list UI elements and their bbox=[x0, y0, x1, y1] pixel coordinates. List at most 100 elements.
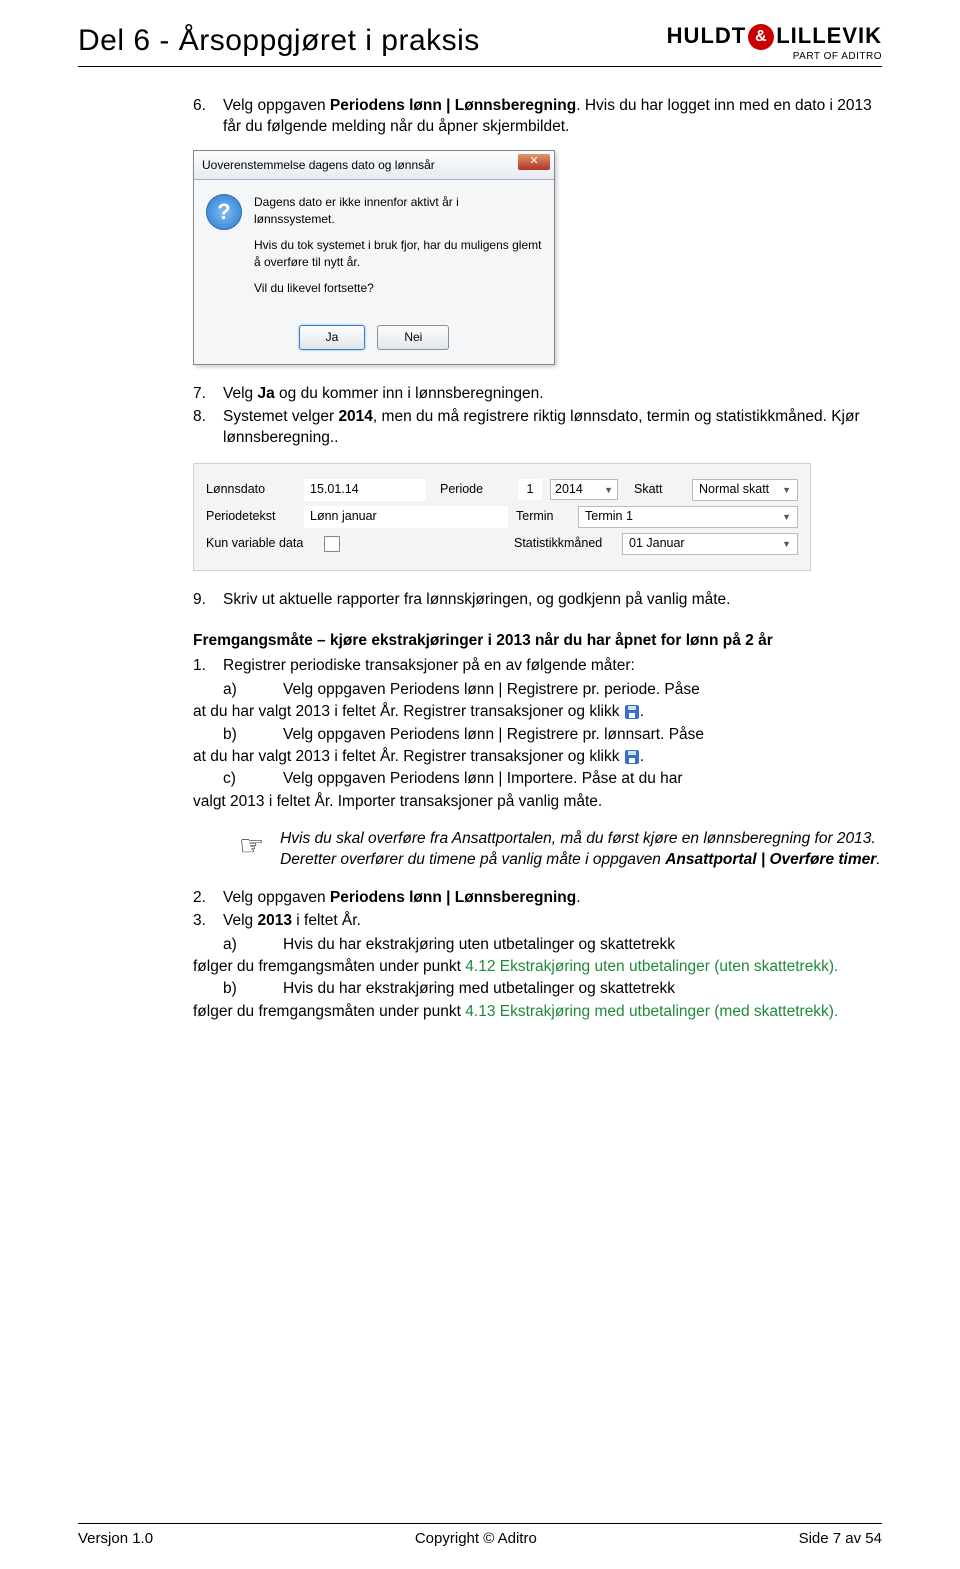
brand-right: LILLEVIK bbox=[776, 23, 882, 48]
skatt-value: Normal skatt bbox=[699, 481, 769, 498]
statmnd-value: 01 Januar bbox=[629, 535, 685, 552]
sub-3b: b) Hvis du har ekstrakjøring med utbetal… bbox=[193, 978, 882, 999]
s2-t1: Velg oppgaven bbox=[223, 889, 330, 906]
step7-bold: Ja bbox=[257, 385, 274, 402]
step-number: 9. bbox=[193, 589, 223, 610]
label-skatt: Skatt bbox=[634, 481, 684, 498]
chevron-down-icon: ▼ bbox=[782, 538, 791, 550]
sub-step-1: 1. Registrer periodiske transaksjoner på… bbox=[193, 655, 882, 676]
s1a-end: . bbox=[640, 703, 644, 720]
chevron-down-icon: ▼ bbox=[782, 511, 791, 523]
label-statmnd: Statistikkmåned bbox=[514, 535, 614, 552]
step8-text-a: Systemet velger bbox=[223, 408, 338, 425]
footer-copyright: Copyright © Aditro bbox=[415, 1530, 537, 1547]
step-6: 6. Velg oppgaven Periodens lønn | Lønnsb… bbox=[193, 95, 882, 138]
label-periodetekst: Periodetekst bbox=[206, 508, 296, 525]
sub-a: a) Velg oppgaven Periodens lønn | Regist… bbox=[193, 679, 882, 700]
select-termin[interactable]: Termin 1▼ bbox=[578, 506, 798, 528]
step7-text-a: Velg bbox=[223, 385, 257, 402]
step-number: 8. bbox=[193, 406, 223, 449]
s1b-end: . bbox=[640, 748, 644, 765]
dialog-titlebar: Uoverenstemmelse dagens dato og lønnsår … bbox=[194, 151, 554, 181]
brand-left: HULDT bbox=[667, 23, 747, 48]
input-lonnsdato[interactable]: 15.01.14 bbox=[304, 479, 426, 501]
s1b-cont-text: at du har valgt 2013 i feltet År. Regist… bbox=[193, 748, 619, 765]
s3b-text: Hvis du har ekstrakjøring med utbetaling… bbox=[283, 978, 675, 999]
sub-letter: c) bbox=[193, 768, 283, 789]
step-7: 7. Velg Ja og du kommer inn i lønnsbereg… bbox=[193, 383, 882, 404]
s1-text: Registrer periodiske transaksjoner på en… bbox=[223, 655, 635, 676]
step-number: 1. bbox=[193, 655, 223, 676]
footer-version: Versjon 1.0 bbox=[78, 1530, 153, 1547]
info-icon: ? bbox=[206, 194, 242, 230]
select-periode-year[interactable]: 2014 ▼ bbox=[550, 479, 618, 500]
step-number: 2. bbox=[193, 887, 223, 908]
note-box: ☞ Hvis du skal overføre fra Ansattportal… bbox=[239, 828, 882, 871]
sub-step-2: 2. Velg oppgaven Periodens lønn | Lønnsb… bbox=[193, 887, 882, 908]
sub-letter: a) bbox=[193, 679, 283, 700]
s3b-cont: følger du fremgangsmåten under punkt 4.1… bbox=[193, 1001, 882, 1022]
footer-rule bbox=[78, 1523, 882, 1524]
label-periode: Periode bbox=[440, 481, 510, 498]
note-end: . bbox=[876, 851, 880, 868]
brand-amp-icon: & bbox=[748, 24, 774, 50]
sub-b: b) Velg oppgaven Periodens lønn | Regist… bbox=[193, 724, 882, 745]
step6-text-a: Velg oppgaven bbox=[223, 97, 330, 114]
label-termin: Termin bbox=[516, 508, 570, 525]
link-4-13[interactable]: 4.13 Ekstrakjøring med utbetalinger (med… bbox=[465, 1003, 838, 1020]
sub-letter: b) bbox=[193, 978, 283, 999]
s1b-cont: at du har valgt 2013 i feltet År. Regist… bbox=[193, 746, 882, 767]
step-number: 7. bbox=[193, 383, 223, 404]
s3a-cont-text: følger du fremgangsmåten under punkt bbox=[193, 958, 465, 975]
s3-t1: Velg bbox=[223, 912, 257, 929]
sub-letter: a) bbox=[193, 934, 283, 955]
input-periodetekst[interactable]: Lønn januar bbox=[304, 506, 508, 528]
s3a-text: Hvis du har ekstrakjøring uten utbetalin… bbox=[283, 934, 675, 955]
step9-text: Skriv ut aktuelle rapporter fra lønnskjø… bbox=[223, 589, 730, 610]
nei-button[interactable]: Nei bbox=[377, 325, 449, 350]
brand-subtitle: PART OF ADITRO bbox=[667, 52, 882, 62]
sub-letter: b) bbox=[193, 724, 283, 745]
dialog-screenshot: Uoverenstemmelse dagens dato og lønnsår … bbox=[193, 150, 555, 365]
header-rule bbox=[78, 66, 882, 67]
page-title: Del 6 - Årsoppgjøret i praksis bbox=[78, 24, 480, 58]
save-icon bbox=[625, 705, 639, 719]
close-icon[interactable]: ✕ bbox=[518, 154, 550, 170]
step-8: 8. Systemet velger 2014, men du må regis… bbox=[193, 406, 882, 449]
ja-button[interactable]: Ja bbox=[299, 325, 366, 350]
step-number: 3. bbox=[193, 910, 223, 931]
link-4-12[interactable]: 4.12 Ekstrakjøring uten utbetalinger (ut… bbox=[465, 958, 838, 975]
select-skatt[interactable]: Normal skatt ▼ bbox=[692, 479, 798, 501]
s1c-cont: valgt 2013 i feltet År. Importer transak… bbox=[193, 791, 882, 812]
dialog-p1: Dagens dato er ikke innenfor aktivt år i… bbox=[254, 194, 542, 227]
step7-text-b: og du kommer inn i lønnsberegningen. bbox=[275, 385, 544, 402]
s1c-text: Velg oppgaven Periodens lønn | Importere… bbox=[283, 768, 683, 789]
s2-bold: Periodens lønn | Lønnsberegning bbox=[330, 889, 576, 906]
s1a-cont-text: at du har valgt 2013 i feltet År. Regist… bbox=[193, 703, 619, 720]
s1b-text: Velg oppgaven Periodens lønn | Registrer… bbox=[283, 724, 704, 745]
sub-c: c) Velg oppgaven Periodens lønn | Import… bbox=[193, 768, 882, 789]
page-footer: Versjon 1.0 Copyright © Aditro Side 7 av… bbox=[78, 1523, 882, 1547]
form-screenshot: Lønnsdato 15.01.14 Periode 1 2014 ▼ Skatt… bbox=[193, 463, 811, 571]
chevron-down-icon: ▼ bbox=[782, 484, 791, 496]
checkbox-kunvar[interactable] bbox=[324, 536, 340, 552]
save-icon bbox=[625, 750, 639, 764]
brand-logo: HULDT&LILLEVIK PART OF ADITRO bbox=[667, 24, 882, 62]
s3a-cont: følger du fremgangsmåten under punkt 4.1… bbox=[193, 956, 882, 977]
input-periode-num[interactable]: 1 bbox=[518, 479, 542, 500]
s3b-cont-text: følger du fremgangsmåten under punkt bbox=[193, 1003, 465, 1020]
label-lonnsdato: Lønnsdato bbox=[206, 481, 296, 498]
s1a-text: Velg oppgaven Periodens lønn | Registrer… bbox=[283, 679, 700, 700]
year-value: 2014 bbox=[555, 481, 583, 498]
chevron-down-icon: ▼ bbox=[604, 484, 613, 496]
step6-bold: Periodens lønn | Lønnsberegning bbox=[330, 97, 576, 114]
s1a-cont: at du har valgt 2013 i feltet År. Regist… bbox=[193, 701, 882, 722]
s2-end: . bbox=[576, 889, 580, 906]
hand-icon: ☞ bbox=[239, 832, 264, 871]
step-9: 9. Skriv ut aktuelle rapporter fra lønns… bbox=[193, 589, 882, 610]
s3-bold: 2013 bbox=[257, 912, 291, 929]
dialog-title-text: Uoverenstemmelse dagens dato og lønnsår bbox=[202, 158, 435, 172]
note-bold: Ansattportal | Overføre timer bbox=[665, 851, 876, 868]
dialog-p3: Vil du likevel fortsette? bbox=[254, 280, 542, 297]
select-statmnd[interactable]: 01 Januar ▼ bbox=[622, 533, 798, 555]
